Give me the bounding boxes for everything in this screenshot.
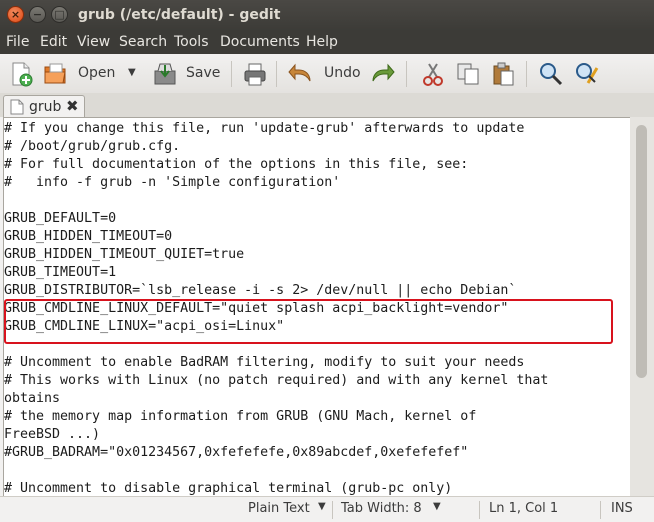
status-separator [479, 501, 480, 519]
scrollbar-thumb[interactable] [636, 125, 647, 378]
vertical-scrollbar[interactable] [630, 117, 654, 496]
menu-search[interactable]: Search [119, 34, 167, 50]
new-document-icon[interactable] [8, 61, 34, 87]
print-icon[interactable] [242, 61, 268, 87]
save-button-label[interactable]: Save [186, 65, 220, 81]
chevron-down-icon[interactable]: ▼ [433, 501, 441, 512]
find-icon[interactable] [538, 61, 564, 87]
code-line: # If you change this file, run 'update-g… [4, 121, 525, 136]
maximize-window-button[interactable]: □ [51, 6, 68, 23]
close-window-button[interactable]: × [7, 6, 24, 23]
window-title: grub (/etc/default) - gedit [78, 7, 281, 23]
code-line: GRUB_CMDLINE_LINUX_DEFAULT="quiet splash… [4, 301, 509, 316]
document-tab-bar: grub ✖ [0, 93, 654, 118]
code-line: GRUB_HIDDEN_TIMEOUT_QUIET=true [4, 247, 245, 262]
paste-icon[interactable] [490, 61, 516, 87]
toolbar-separator [276, 61, 277, 87]
menu-documents[interactable]: Documents [220, 34, 300, 50]
tab-label: grub [29, 99, 62, 115]
code-line: # info -f grub -n 'Simple configuration' [4, 175, 341, 190]
code-line: obtains [4, 391, 61, 406]
text-file-icon [10, 99, 24, 115]
status-separator [332, 501, 333, 519]
code-line: GRUB_HIDDEN_TIMEOUT=0 [4, 229, 173, 244]
toolbar: Open ▼ Save Undo [0, 54, 654, 94]
code-line: #GRUB_BADRAM="0x01234567,0xfefefefe,0x89… [4, 445, 469, 460]
toolbar-separator [526, 61, 527, 87]
open-button-label[interactable]: Open [78, 65, 115, 81]
open-icon[interactable] [42, 61, 68, 87]
menu-edit[interactable]: Edit [40, 34, 67, 50]
undo-icon[interactable] [288, 61, 314, 87]
open-recent-dropdown-icon[interactable]: ▼ [128, 67, 136, 78]
code-line: # the memory map information from GRUB (… [4, 409, 477, 424]
toolbar-separator [406, 61, 407, 87]
status-bar: Plain Text ▼ Tab Width: 8 ▼ Ln 1, Col 1 … [0, 496, 654, 522]
code-line: GRUB_TIMEOUT=1 [4, 265, 117, 280]
redo-icon[interactable] [369, 61, 395, 87]
code-line: GRUB_DISTRIBUTOR=`lsb_release -i -s 2> /… [4, 283, 517, 298]
title-bar: × − □ grub (/etc/default) - gedit [0, 0, 654, 31]
status-separator [600, 501, 601, 519]
chevron-down-icon[interactable]: ▼ [318, 501, 326, 512]
code-line: GRUB_CMDLINE_LINUX="acpi_osi=Linux" [4, 319, 285, 334]
save-icon[interactable] [152, 61, 178, 87]
syntax-mode-selector[interactable]: Plain Text [248, 501, 310, 516]
copy-icon[interactable] [455, 61, 481, 87]
insert-mode-indicator: INS [611, 501, 633, 516]
tab-grub[interactable]: grub ✖ [3, 95, 85, 118]
menu-view[interactable]: View [77, 34, 110, 50]
cursor-position: Ln 1, Col 1 [489, 501, 559, 516]
menu-help[interactable]: Help [306, 34, 338, 50]
code-line: # For full documentation of the options … [4, 157, 469, 172]
toolbar-separator [231, 61, 232, 87]
cut-icon[interactable] [420, 61, 446, 87]
code-line: GRUB_DEFAULT=0 [4, 211, 117, 226]
code-line: # /boot/grub/grub.cfg. [4, 139, 181, 154]
code-line: # This works with Linux (no patch requir… [4, 373, 549, 388]
code-line: # Uncomment to enable BadRAM filtering, … [4, 355, 525, 370]
undo-button-label[interactable]: Undo [324, 65, 361, 81]
menu-bar: File Edit View Search Tools Documents He… [0, 31, 654, 54]
menu-file[interactable]: File [6, 34, 29, 50]
menu-tools[interactable]: Tools [174, 34, 209, 50]
minimize-window-button[interactable]: − [29, 6, 46, 23]
replace-icon[interactable] [574, 61, 600, 87]
text-editor[interactable]: # If you change this file, run 'update-g… [3, 117, 631, 498]
code-line: FreeBSD ...) [4, 427, 101, 442]
tab-width-selector[interactable]: Tab Width: 8 [341, 501, 422, 516]
close-tab-icon[interactable]: ✖ [66, 97, 79, 115]
